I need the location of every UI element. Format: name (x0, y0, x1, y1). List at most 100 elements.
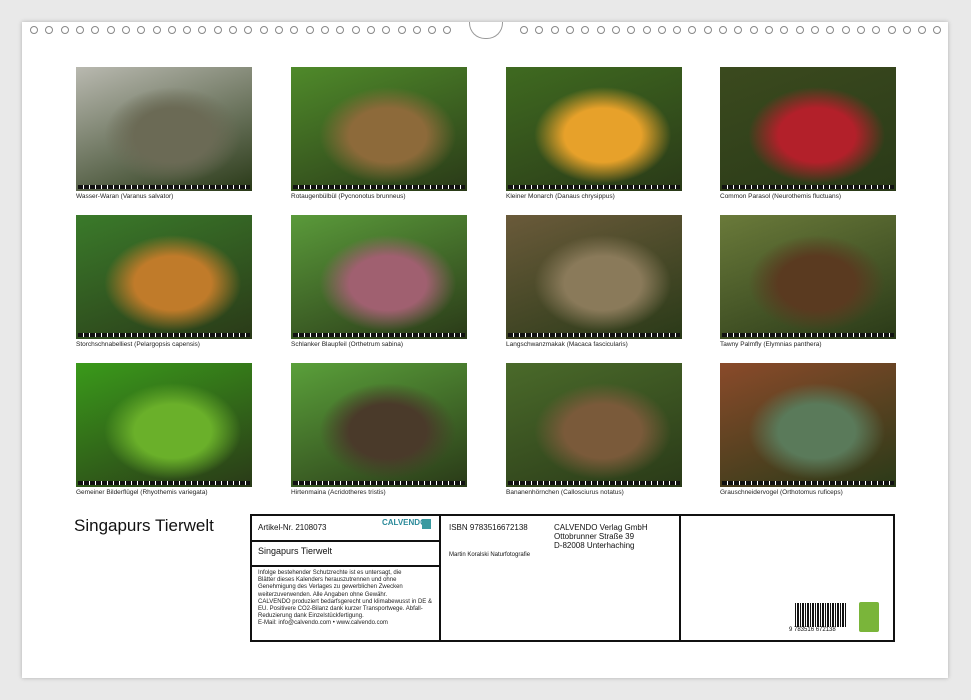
ring (413, 26, 421, 34)
ring (352, 26, 360, 34)
calendar-title: Singapurs Tierwelt (74, 516, 214, 536)
photo-10 (291, 363, 467, 487)
date-strip (293, 481, 465, 485)
photo-caption: Kleiner Monarch (Danaus chrysippus) (506, 193, 615, 200)
ring (673, 26, 681, 34)
legal-line: CALVENDO produziert bedarfsgerecht und k… (258, 599, 432, 606)
ring (842, 26, 850, 34)
ring (214, 26, 222, 34)
ring (137, 26, 145, 34)
ring (780, 26, 788, 34)
date-strip (508, 481, 680, 485)
ring (30, 26, 38, 34)
ring (903, 26, 911, 34)
ring (888, 26, 896, 34)
photo-9 (76, 363, 252, 487)
ring (581, 26, 589, 34)
date-strip (722, 185, 894, 189)
photo-5 (76, 215, 252, 339)
ring (750, 26, 758, 34)
ring (61, 26, 69, 34)
photo-caption: Gemeiner Bilderflügel (Rhyothemis varieg… (76, 489, 208, 496)
ring (643, 26, 651, 34)
legal-line: Genehmigung des Verlages zu gewerblichen… (258, 584, 432, 591)
legal-line: Blätter dieses Kalenders herauszutrennen… (258, 577, 432, 584)
photo-caption: Wasser-Waran (Varanus salvator) (76, 193, 173, 200)
ring (198, 26, 206, 34)
legal-line: EU. Positivere CO2-Bilanz dank kurzer Tr… (258, 606, 432, 613)
photo-6 (291, 215, 467, 339)
legal-line: E-Mail: info@calvendo.com • www.calvendo… (258, 620, 432, 627)
barcode (795, 603, 847, 627)
ring (597, 26, 605, 34)
ring (45, 26, 53, 34)
ring (306, 26, 314, 34)
ring (428, 26, 436, 34)
photo-4 (720, 67, 896, 191)
photo-caption: Schlanker Blaupfeil (Orthetrum sabina) (291, 341, 403, 348)
photo-1 (76, 67, 252, 191)
ring (658, 26, 666, 34)
ring (443, 26, 451, 34)
ring (153, 26, 161, 34)
ring (857, 26, 865, 34)
ring (229, 26, 237, 34)
date-strip (722, 333, 894, 337)
ring (612, 26, 620, 34)
photo-caption: Grauschneidervogel (Orthotomus ruficeps) (720, 489, 843, 496)
publisher-line: Ottobrunner Straße 39 (554, 532, 648, 541)
photo-8 (720, 215, 896, 339)
photo-7 (506, 215, 682, 339)
photo-caption: Common Parasol (Neurothemis fluctuans) (720, 193, 841, 200)
calendar-name: Singapurs Tierwelt (258, 546, 332, 556)
ring (91, 26, 99, 34)
publisher-line: D-82008 Unterhaching (554, 541, 648, 550)
legal-line: weiterzuverwenden. Alle Angaben ohne Gew… (258, 592, 432, 599)
photo-3 (506, 67, 682, 191)
ring (704, 26, 712, 34)
ring (765, 26, 773, 34)
barcode-number: 9 783516 672138 (789, 627, 836, 633)
ring (244, 26, 252, 34)
photo-11 (506, 363, 682, 487)
ring (260, 26, 268, 34)
photo-12 (720, 363, 896, 487)
ring (520, 26, 528, 34)
legal-line: Reduzierung dank Einzelstückfertigung. (258, 613, 432, 620)
ring (321, 26, 329, 34)
photo-caption: Langschwanzmakak (Macaca fascicularis) (506, 341, 628, 348)
publisher-address: CALVENDO Verlag GmbHOttobrunner Straße 3… (554, 523, 648, 550)
ring (627, 26, 635, 34)
date-strip (293, 185, 465, 189)
photo-caption: Bananenhörnchen (Callosciurus notatus) (506, 489, 624, 496)
photo-caption: Hirtenmaina (Acridotheres tristis) (291, 489, 386, 496)
legal-line: Infolge bestehender Schutzrechte ist es … (258, 570, 432, 577)
calvendo-logo: CALVENDO (382, 518, 426, 527)
ring (398, 26, 406, 34)
ring (719, 26, 727, 34)
ring (107, 26, 115, 34)
ring (76, 26, 84, 34)
info-divider (679, 514, 681, 642)
ring (918, 26, 926, 34)
date-strip (78, 185, 250, 189)
date-strip (78, 481, 250, 485)
ring (811, 26, 819, 34)
ring (688, 26, 696, 34)
date-strip (78, 333, 250, 337)
eco-label-icon (859, 602, 879, 632)
ring (933, 26, 941, 34)
ring (796, 26, 804, 34)
isbn: ISBN 9783516672138 (449, 523, 528, 532)
ring (275, 26, 283, 34)
photo-caption: Rotaugenbülbül (Pycnonotus brunneus) (291, 193, 406, 200)
photo-2 (291, 67, 467, 191)
ring (734, 26, 742, 34)
photo-caption: Tawny Palmfly (Elymnias panthera) (720, 341, 822, 348)
ring (566, 26, 574, 34)
date-strip (722, 481, 894, 485)
ring (183, 26, 191, 34)
calvendo-logo-icon (422, 519, 431, 529)
ring (168, 26, 176, 34)
legal-text: Infolge bestehender Schutzrechte ist es … (258, 570, 432, 628)
